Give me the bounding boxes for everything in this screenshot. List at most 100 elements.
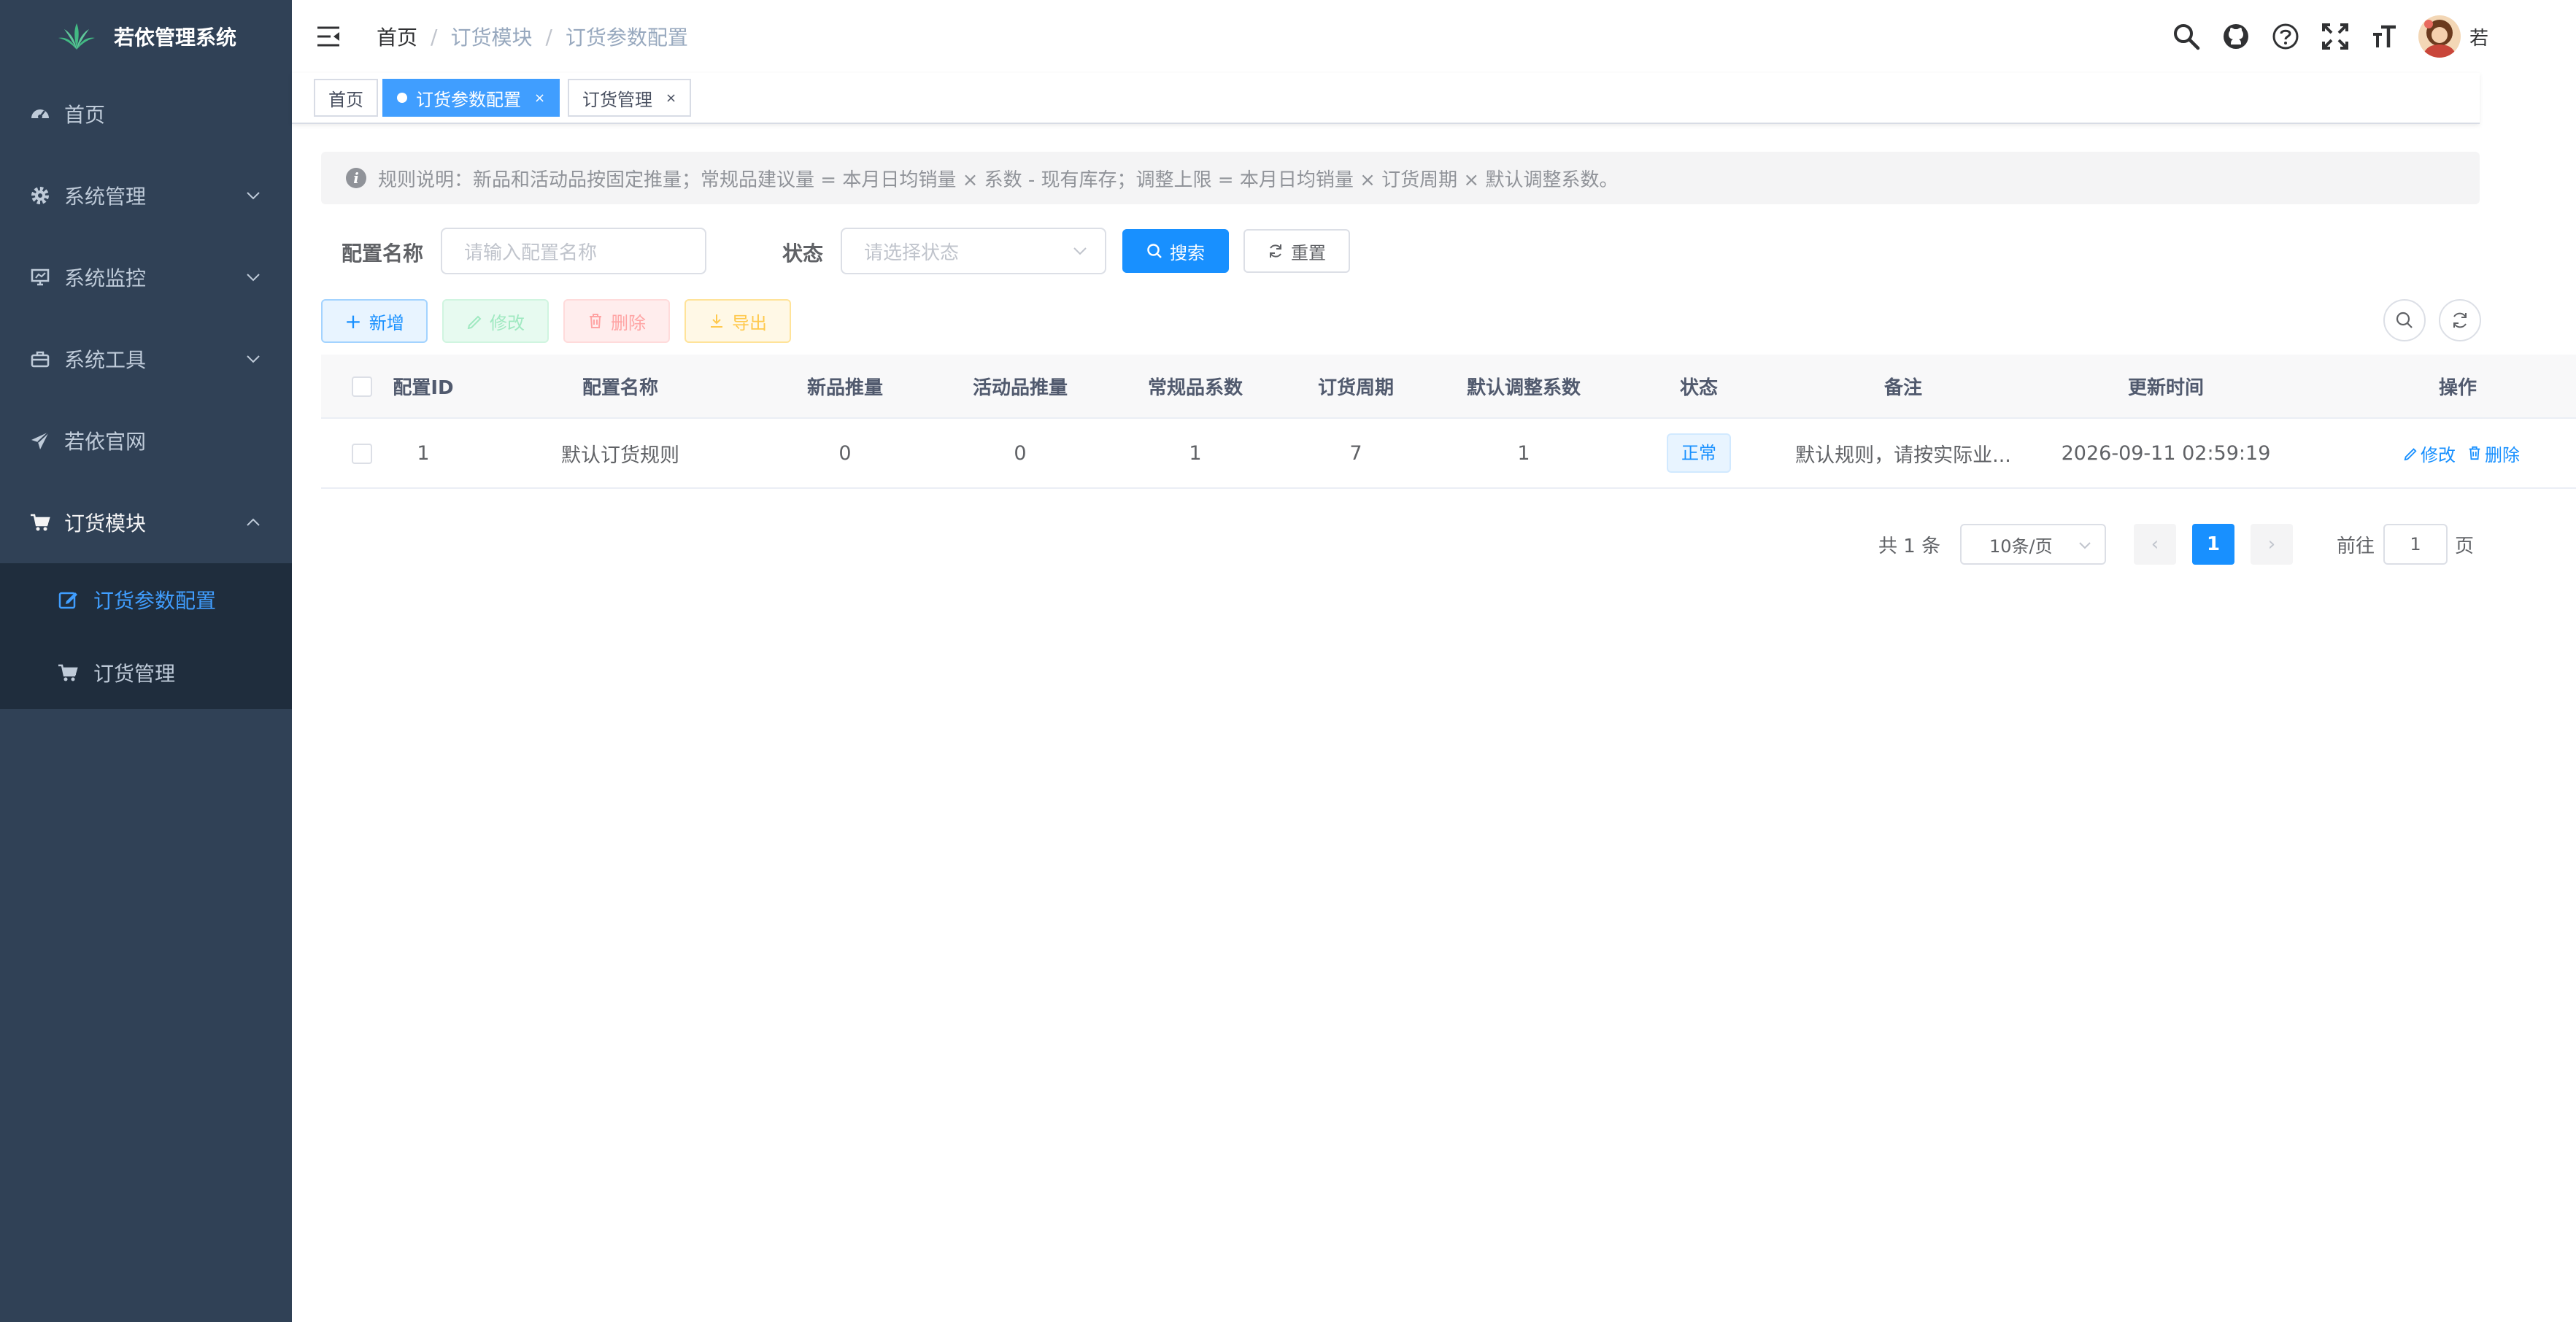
column-header: 操作 (2438, 376, 2477, 399)
status-label: 状态 (782, 241, 824, 266)
rule-alert: i 规则说明：新品和活动品按固定推量；常规品建议量 = 本月日均销量 × 系数 … (321, 152, 2480, 204)
select-all-checkbox[interactable] (352, 376, 372, 397)
navbar: 首页 / 订货模块 / 订货参数配置 若 (292, 0, 2576, 73)
cell-remark: 默认规则，请按实际业... (1795, 444, 2011, 467)
delete-button-label: 删除 (611, 312, 646, 333)
close-icon[interactable]: × (534, 90, 545, 106)
edit-button-label: 修改 (490, 312, 525, 333)
info-icon: i (346, 168, 366, 188)
row-checkbox[interactable] (352, 444, 372, 464)
refresh-table-button[interactable] (2439, 299, 2481, 341)
navbar-actions: 若 (2170, 15, 2488, 58)
sidebar-item-label: 系统管理 (64, 185, 147, 209)
page-size-value: 10条/页 (1989, 536, 2053, 557)
config-name-input[interactable]: 请输入配置名称 (441, 228, 706, 274)
toggle-search-button[interactable] (2383, 299, 2426, 341)
search-button[interactable]: 搜索 (1122, 229, 1229, 273)
table-header: 配置ID 配置名称 新品推量 活动品推量 常规品系数 订货周期 默认调整系数 状… (321, 355, 2576, 419)
tag-home[interactable]: 首页 (314, 79, 378, 117)
edit-button[interactable]: 修改 (442, 299, 549, 343)
sidebar-item-tools[interactable]: 系统工具 (0, 318, 292, 400)
dashboard-icon (29, 103, 51, 125)
chevron-down-icon (247, 355, 260, 363)
row-edit-label: 修改 (2421, 444, 2456, 465)
chevron-up-icon (247, 518, 260, 526)
status-select[interactable]: 请选择状态 (841, 228, 1106, 274)
hamburger-icon[interactable] (316, 25, 341, 48)
sidebar-item-label: 系统工具 (64, 348, 147, 372)
sidebar-item-system[interactable]: 系统管理 (0, 155, 292, 236)
sidebar-item-label: 订货管理 (93, 662, 176, 686)
cell-name: 默认订货规则 (561, 444, 679, 467)
app-title: 若依管理系统 (113, 26, 236, 50)
trash-icon (590, 314, 601, 328)
active-dot-icon (397, 93, 407, 103)
column-header: 订货周期 (1317, 376, 1394, 399)
sidebar-item-order-config[interactable]: 订货参数配置 (0, 563, 292, 636)
gear-icon (29, 185, 51, 206)
trash-icon (2469, 446, 2480, 460)
sidebar-item-home[interactable]: 首页 (0, 73, 292, 155)
sidebar-item-monitor[interactable]: 系统监控 (0, 236, 292, 318)
column-header: 配置ID (393, 376, 454, 399)
fullscreen-icon[interactable] (2319, 20, 2351, 53)
status-badge: 正常 (1667, 433, 1731, 473)
download-icon (711, 314, 722, 328)
sidebar-item-order-manage[interactable]: 订货管理 (0, 636, 292, 709)
breadcrumb-item-current: 订货参数配置 (565, 26, 688, 50)
submenu-order: 订货参数配置 订货管理 (0, 563, 292, 709)
cart-icon (29, 511, 51, 533)
config-table: 配置ID 配置名称 新品推量 活动品推量 常规品系数 订货周期 默认调整系数 状… (321, 355, 2576, 489)
user-name[interactable]: 若 (2469, 23, 2488, 50)
row-edit-link[interactable]: 修改 (2403, 441, 2456, 466)
export-button-label: 导出 (732, 312, 767, 333)
tags-view: 首页 订货参数配置 × 订货管理 × (292, 73, 2480, 124)
close-icon[interactable]: × (666, 90, 676, 106)
table-row[interactable]: 1 默认订货规则 0 0 1 7 1 正常 默认规则，请按实际业... 2026… (321, 419, 2576, 489)
cell-promo-push: 0 (1014, 441, 1027, 465)
tag-label: 订货参数配置 (416, 89, 521, 110)
breadcrumb-item-home[interactable]: 首页 (377, 22, 417, 51)
github-icon[interactable] (2220, 20, 2252, 53)
refresh-icon (1270, 244, 1281, 258)
page-suffix: 页 (2455, 536, 2475, 557)
breadcrumb: 首页 / 订货模块 / 订货参数配置 (377, 22, 688, 51)
help-icon[interactable] (2270, 20, 2302, 53)
export-button[interactable]: 导出 (685, 299, 791, 343)
page-size-select[interactable]: 10条/页 (1960, 524, 2106, 565)
row-delete-link[interactable]: 删除 (2467, 441, 2520, 466)
avatar[interactable] (2418, 15, 2461, 58)
sidebar-item-website[interactable]: 若依官网 (0, 400, 292, 482)
alert-text: 规则说明：新品和活动品按固定推量；常规品建议量 = 本月日均销量 × 系数 - … (378, 169, 1619, 191)
chevron-down-icon (1073, 247, 1087, 255)
sidebar-item-label: 首页 (64, 103, 106, 127)
sidebar-item-label: 系统监控 (64, 266, 147, 290)
reset-button[interactable]: 重置 (1243, 229, 1350, 273)
tag-order-manage[interactable]: 订货管理 × (568, 79, 692, 117)
search-icon[interactable] (2170, 20, 2202, 53)
logo-icon (58, 23, 95, 50)
cell-default-coef: 1 (1517, 441, 1530, 465)
add-button[interactable]: + 新增 (321, 299, 428, 343)
tag-order-config[interactable]: 订货参数配置 × (382, 79, 560, 117)
sidebar: 若依管理系统 首页 系统管理 系统监控 系统工具 若依官网 订货模块 订货参数配… (0, 0, 292, 1322)
prev-page-button[interactable]: ‹ (2134, 524, 2176, 565)
column-header: 更新时间 (2127, 376, 2204, 399)
logo[interactable]: 若依管理系统 (0, 0, 292, 73)
goto-page-input[interactable]: 1 (2383, 524, 2448, 565)
input-placeholder: 请输入配置名称 (464, 241, 598, 264)
tag-label: 首页 (328, 89, 363, 110)
sidebar-item-label: 若依官网 (64, 430, 147, 454)
delete-button[interactable]: 删除 (563, 299, 670, 343)
next-page-button[interactable]: › (2251, 524, 2293, 565)
edit-icon (2404, 448, 2417, 460)
column-header: 默认调整系数 (1466, 376, 1581, 399)
font-size-icon[interactable] (2369, 20, 2401, 53)
cart-icon (57, 662, 79, 684)
sidebar-item-order-module[interactable]: 订货模块 (0, 482, 292, 563)
edit-icon (57, 589, 79, 611)
goto-label: 前往 (2337, 536, 2375, 557)
page-number-button[interactable]: 1 (2192, 524, 2234, 565)
add-button-label: 新增 (369, 312, 404, 333)
cell-actions: 修改 删除 (2392, 441, 2531, 466)
